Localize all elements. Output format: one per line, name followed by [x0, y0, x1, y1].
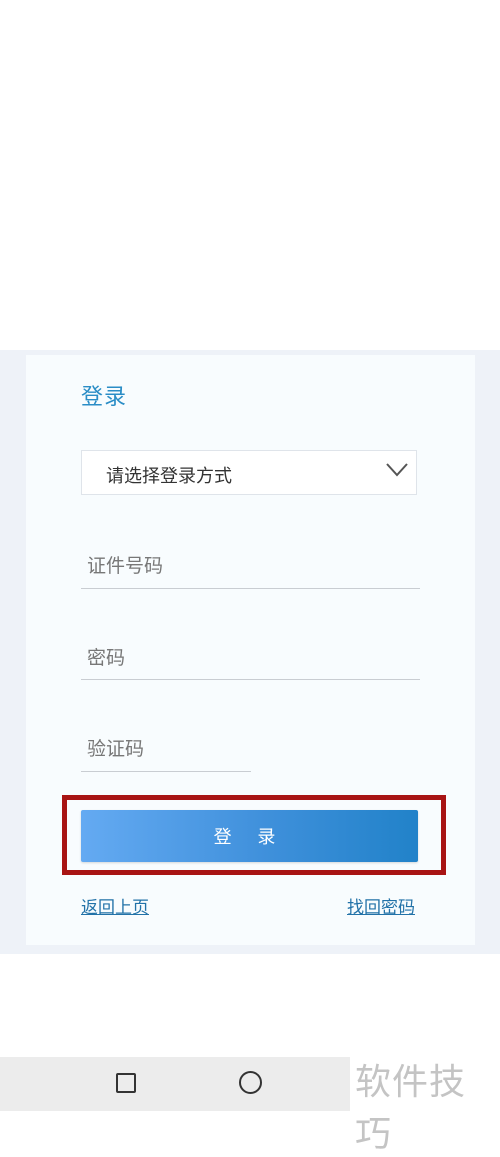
top-blank-area: [0, 0, 500, 350]
captcha-field[interactable]: 验证码: [81, 734, 251, 774]
login-method-select[interactable]: 请选择登录方式: [81, 450, 417, 495]
login-button[interactable]: 登 录: [81, 810, 418, 862]
id-number-underline: [81, 588, 420, 589]
password-field[interactable]: 密码: [81, 643, 420, 683]
watermark: 软件技巧: [355, 1062, 467, 1155]
square-icon[interactable]: [116, 1073, 136, 1093]
system-navigation-bar: [0, 1057, 350, 1111]
circle-icon[interactable]: [239, 1071, 262, 1094]
back-link[interactable]: 返回上页: [81, 893, 149, 918]
captcha-underline: [81, 771, 251, 772]
login-method-placeholder: 请选择登录方式: [106, 466, 232, 487]
password-placeholder: 密码: [87, 647, 126, 669]
chevron-down-icon: [386, 463, 408, 477]
login-title: 登录: [81, 385, 128, 410]
forgot-password-link[interactable]: 找回密码: [347, 893, 415, 918]
id-number-placeholder: 证件号码: [87, 555, 164, 577]
password-underline: [81, 679, 420, 680]
id-number-field[interactable]: 证件号码: [81, 551, 420, 591]
captcha-placeholder: 验证码: [87, 738, 145, 760]
